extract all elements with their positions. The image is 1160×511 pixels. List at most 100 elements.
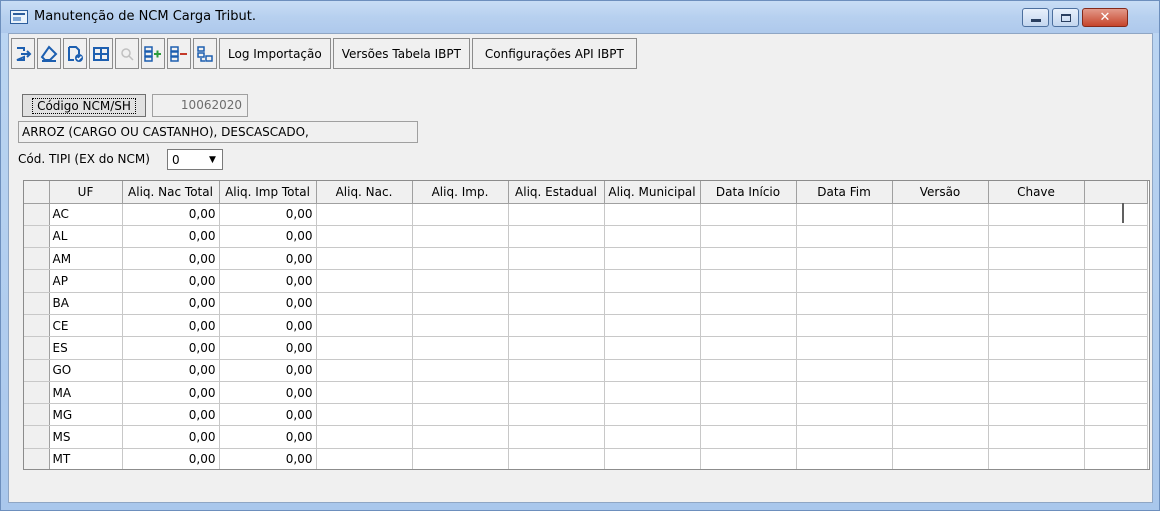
table-cell[interactable] bbox=[796, 359, 893, 382]
column-header-aliq-nac-total[interactable]: Aliq. Nac Total bbox=[122, 181, 220, 204]
exit-button[interactable] bbox=[11, 38, 35, 69]
table-cell[interactable] bbox=[508, 336, 605, 360]
table-cell[interactable] bbox=[508, 314, 605, 338]
table-cell[interactable] bbox=[700, 425, 797, 449]
table-cell[interactable]: 0,00 bbox=[122, 381, 220, 405]
table-cell[interactable] bbox=[316, 403, 413, 427]
table-cell[interactable] bbox=[892, 247, 989, 271]
table-cell[interactable]: 0,00 bbox=[122, 292, 220, 315]
table-cell[interactable] bbox=[604, 403, 701, 427]
table-cell[interactable] bbox=[892, 381, 989, 405]
table-cell[interactable] bbox=[796, 448, 893, 469]
column-header-aliq-imp-total[interactable]: Aliq. Imp Total bbox=[219, 181, 317, 204]
table-cell[interactable] bbox=[892, 359, 989, 382]
row-indicator[interactable] bbox=[24, 225, 50, 249]
table-cell[interactable]: 0,00 bbox=[219, 292, 317, 315]
table-cell[interactable]: 0,00 bbox=[122, 247, 220, 271]
table-cell[interactable] bbox=[412, 403, 509, 427]
column-header-uf[interactable]: UF bbox=[49, 181, 123, 204]
table-cell[interactable] bbox=[316, 203, 413, 226]
title-bar[interactable]: Manutenção de NCM Carga Tribut. ✕ bbox=[1, 1, 1159, 33]
table-cell[interactable] bbox=[988, 359, 1085, 382]
table-cell[interactable] bbox=[892, 269, 989, 293]
column-header-aliq-estadual[interactable]: Aliq. Estadual bbox=[508, 181, 605, 204]
table-cell[interactable] bbox=[316, 336, 413, 360]
table-cell[interactable]: 0,00 bbox=[122, 448, 220, 469]
table-cell[interactable] bbox=[604, 448, 701, 469]
tax-grid[interactable]: UF Aliq. Nac Total Aliq. Imp Total Aliq.… bbox=[23, 180, 1150, 470]
table-cell[interactable]: CE bbox=[49, 314, 123, 338]
table-cell[interactable] bbox=[700, 336, 797, 360]
table-cell[interactable] bbox=[412, 247, 509, 271]
table-cell[interactable] bbox=[700, 225, 797, 249]
table-cell[interactable]: MT bbox=[49, 448, 123, 469]
table-row[interactable]: ES 0,00 0,00 bbox=[24, 336, 1148, 360]
table-cell[interactable] bbox=[604, 247, 701, 271]
table-cell[interactable] bbox=[412, 336, 509, 360]
table-cell[interactable] bbox=[700, 203, 797, 226]
table-cell[interactable]: 0,00 bbox=[219, 448, 317, 469]
table-cell[interactable]: 0,00 bbox=[122, 269, 220, 293]
row-indicator[interactable] bbox=[24, 381, 50, 405]
table-row[interactable]: AP 0,00 0,00 bbox=[24, 269, 1148, 293]
column-header-data-inicio[interactable]: Data Início bbox=[700, 181, 797, 204]
table-cell[interactable] bbox=[316, 269, 413, 293]
table-cell[interactable] bbox=[796, 247, 893, 271]
table-cell[interactable] bbox=[508, 403, 605, 427]
table-cell[interactable] bbox=[892, 314, 989, 338]
row-indicator[interactable] bbox=[24, 403, 50, 427]
table-cell[interactable] bbox=[604, 203, 701, 226]
table-cell[interactable] bbox=[508, 247, 605, 271]
table-cell[interactable] bbox=[892, 336, 989, 360]
row-indicator[interactable] bbox=[24, 269, 50, 293]
table-cell[interactable] bbox=[316, 292, 413, 315]
table-cell[interactable]: 0,00 bbox=[122, 425, 220, 449]
vertical-scrollbar[interactable] bbox=[1122, 203, 1124, 223]
dropdown-arrow-icon[interactable]: ▼ bbox=[204, 151, 221, 168]
table-cell[interactable]: 0,00 bbox=[219, 314, 317, 338]
table-cell[interactable]: 0,00 bbox=[122, 336, 220, 360]
table-cell[interactable]: 0,00 bbox=[219, 381, 317, 405]
table-cell[interactable] bbox=[988, 403, 1085, 427]
table-cell[interactable] bbox=[796, 403, 893, 427]
table-cell[interactable] bbox=[316, 425, 413, 449]
column-header-aliq-nac[interactable]: Aliq. Nac. bbox=[316, 181, 413, 204]
search-button[interactable] bbox=[115, 38, 139, 69]
table-cell[interactable]: 0,00 bbox=[122, 403, 220, 427]
table-cell[interactable] bbox=[508, 292, 605, 315]
table-cell[interactable] bbox=[508, 448, 605, 469]
table-row[interactable]: AC 0,00 0,00 bbox=[24, 203, 1148, 226]
table-cell[interactable] bbox=[892, 203, 989, 226]
table-cell[interactable] bbox=[412, 448, 509, 469]
table-cell[interactable] bbox=[988, 269, 1085, 293]
table-row[interactable]: AL 0,00 0,00 bbox=[24, 225, 1148, 249]
sync-button[interactable] bbox=[193, 38, 217, 69]
table-cell[interactable] bbox=[700, 359, 797, 382]
table-cell[interactable] bbox=[892, 425, 989, 449]
table-cell[interactable]: 0,00 bbox=[219, 336, 317, 360]
table-cell[interactable]: AP bbox=[49, 269, 123, 293]
table-row[interactable]: CE 0,00 0,00 bbox=[24, 314, 1148, 338]
table-cell[interactable] bbox=[412, 314, 509, 338]
table-cell[interactable] bbox=[988, 448, 1085, 469]
column-header-versao[interactable]: Versão bbox=[892, 181, 989, 204]
table-cell[interactable] bbox=[796, 203, 893, 226]
table-cell[interactable] bbox=[988, 336, 1085, 360]
table-cell[interactable] bbox=[700, 269, 797, 293]
maximize-button[interactable] bbox=[1052, 8, 1079, 27]
table-cell[interactable] bbox=[892, 448, 989, 469]
table-cell[interactable]: AL bbox=[49, 225, 123, 249]
table-cell[interactable]: 0,00 bbox=[219, 359, 317, 382]
table-row[interactable]: GO 0,00 0,00 bbox=[24, 359, 1148, 382]
table-cell[interactable] bbox=[508, 225, 605, 249]
table-cell[interactable] bbox=[412, 203, 509, 226]
table-cell[interactable] bbox=[892, 225, 989, 249]
row-indicator[interactable] bbox=[24, 336, 50, 360]
table-cell[interactable]: MA bbox=[49, 381, 123, 405]
row-indicator[interactable] bbox=[24, 203, 50, 226]
column-header-chave[interactable]: Chave bbox=[988, 181, 1085, 204]
table-cell[interactable] bbox=[604, 425, 701, 449]
table-row[interactable]: MS 0,00 0,00 bbox=[24, 425, 1148, 449]
row-indicator[interactable] bbox=[24, 247, 50, 271]
table-row[interactable]: MA 0,00 0,00 bbox=[24, 381, 1148, 405]
